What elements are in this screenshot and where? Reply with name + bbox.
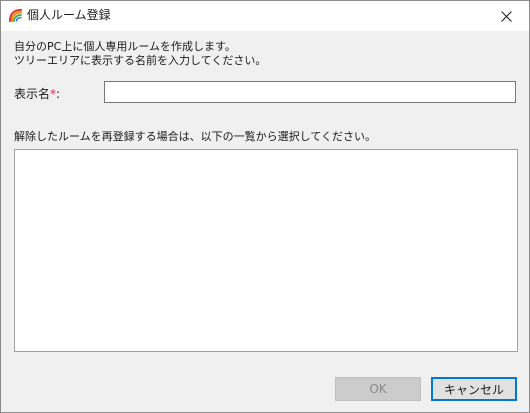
dialog-content: 自分のPC上に個人専用ルームを作成します。 ツリーエリアに表示する名前を入力して… bbox=[1, 31, 529, 412]
label-colon: : bbox=[56, 87, 61, 101]
instruction-line-2: ツリーエリアに表示する名前を入力してください。 bbox=[14, 54, 267, 67]
display-name-label: 表示名 bbox=[14, 87, 51, 101]
close-button[interactable] bbox=[483, 1, 529, 31]
room-list[interactable] bbox=[14, 149, 518, 352]
instruction-line-1: 自分のPC上に個人専用ルームを作成します。 bbox=[14, 40, 236, 53]
cancel-button[interactable]: キャンセル bbox=[431, 377, 517, 401]
ok-button[interactable]: OK bbox=[335, 377, 421, 401]
display-name-label-row: 表示名*: bbox=[14, 86, 60, 102]
close-icon bbox=[500, 7, 512, 26]
app-logo-icon bbox=[7, 7, 23, 23]
dialog-window: 個人ルーム登録 自分のPC上に個人専用ルームを作成します。 ツリーエリアに表示す… bbox=[0, 0, 530, 413]
window-title: 個人ルーム登録 bbox=[27, 8, 111, 22]
room-list-instruction: 解除したルームを再登録する場合は、以下の一覧から選択してください。 bbox=[14, 130, 377, 143]
display-name-input[interactable] bbox=[104, 81, 516, 103]
title-bar: 個人ルーム登録 bbox=[1, 1, 529, 31]
